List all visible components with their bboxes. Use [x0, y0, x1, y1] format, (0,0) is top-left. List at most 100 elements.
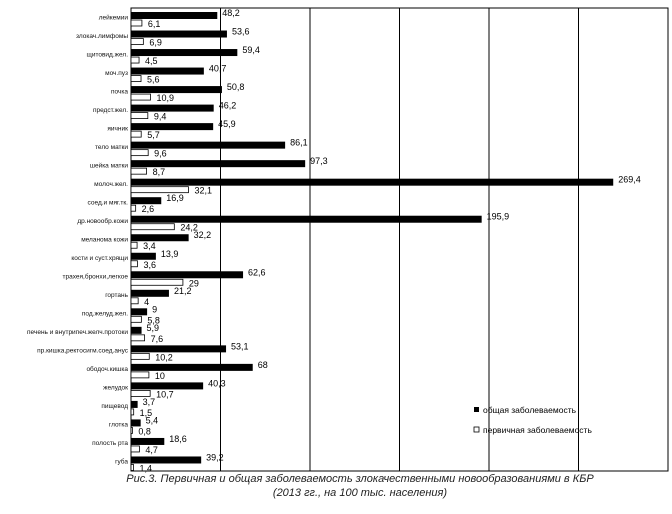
data-label-total: 32,2 [194, 230, 212, 240]
data-label-primary: 4,7 [145, 445, 158, 455]
bar-total [131, 437, 165, 445]
bar-total [131, 382, 204, 390]
category-label: молоч.жел. [94, 181, 128, 188]
category-label: тело матки [95, 144, 128, 151]
bar-primary [130, 371, 150, 379]
data-label-primary: 10,2 [155, 352, 173, 362]
bar-total [131, 49, 238, 57]
legend-swatch-total [474, 407, 479, 412]
category-label: шейка матки [90, 161, 129, 169]
data-label-total: 86,1 [290, 138, 308, 148]
bar-total [131, 12, 218, 19]
chart-frame: лейкемии 48,2 6,1 злокач.лимфомы 53,6 6,9 щито… [0, 0, 672, 514]
data-label-total: 18,6 [169, 434, 187, 444]
category-label: щитовид.жел. [86, 51, 128, 58]
bar-total [131, 160, 306, 168]
data-label-total: 9 [152, 304, 157, 314]
bar-primary [130, 75, 142, 82]
category-label: желудок [103, 385, 128, 392]
category-label: гортань [105, 292, 128, 299]
data-label-primary: 1,4 [140, 463, 153, 473]
bar-total [131, 234, 189, 242]
category-label: кости и суст.хрящи [71, 255, 128, 262]
category-label: пищевод [101, 403, 128, 410]
data-label-total: 68 [258, 360, 268, 370]
bar-primary [130, 389, 151, 397]
bar-primary [130, 204, 137, 212]
category-label: ободоч.кишка [86, 365, 128, 373]
bar-total [131, 308, 148, 316]
data-label-primary: 5,6 [147, 75, 160, 85]
data-label-primary: 3,6 [143, 260, 156, 270]
bar-primary [130, 352, 150, 360]
bar-primary [130, 315, 142, 323]
data-label-total: 46,2 [219, 101, 237, 111]
bar-primary [130, 149, 149, 157]
bar-primary [130, 56, 140, 64]
bar-total [131, 252, 156, 260]
bar-primary [130, 297, 139, 305]
data-label-total: 195,9 [487, 212, 510, 222]
legend-label-primary: первичная заболеваемость [483, 425, 592, 435]
bar-total [131, 345, 227, 353]
bar-primary [130, 334, 146, 342]
bar-primary [130, 241, 138, 249]
chart-caption-title: Рис.3. Первичная и общая заболеваемость … [126, 473, 594, 485]
bar-primary [130, 186, 189, 194]
data-label-total: 97,3 [310, 156, 328, 166]
bar-total [131, 363, 253, 371]
data-label-total: 21,2 [174, 286, 192, 296]
category-label: моч.пуз [105, 70, 128, 77]
bar-primary [130, 278, 184, 286]
data-label-total: 16,9 [166, 193, 184, 203]
category-label: др.новообр.кожи [77, 217, 128, 225]
data-label-total: 50,8 [227, 82, 245, 92]
bar-primary [130, 112, 149, 119]
category-label: трахея,бронхи,легкое [63, 273, 129, 281]
data-label-primary: 0,8 [138, 426, 151, 436]
bar-primary [130, 19, 143, 27]
data-label-primary: 2,6 [142, 204, 155, 214]
bar-total [131, 326, 142, 334]
bar-total [131, 271, 244, 279]
data-label-primary: 10,7 [156, 389, 174, 399]
bar-total [131, 456, 202, 464]
data-label-total: 5,9 [147, 323, 160, 333]
data-label-total: 3,7 [143, 397, 156, 407]
data-label-total: 13,9 [161, 249, 179, 259]
bar-primary [130, 408, 135, 416]
legend-swatch-primary [473, 426, 480, 433]
data-label-total: 40,3 [208, 378, 226, 388]
bar-total [131, 289, 169, 297]
category-label: злокач.лимфомы [76, 33, 128, 40]
data-label-primary: 5,7 [147, 130, 160, 140]
data-label-total: 39,2 [206, 452, 224, 462]
data-label-total: 62,6 [248, 267, 266, 277]
chart-caption-subtitle: (2013 гг., на 100 тыс. населения) [272, 487, 448, 499]
legend-label-total: общая заболеваемость [483, 405, 577, 415]
bar-total [131, 86, 222, 94]
data-label-primary: 6,9 [149, 38, 162, 48]
bar-total [131, 178, 614, 186]
bar-total [131, 104, 214, 112]
data-label-total: 40,7 [209, 64, 227, 74]
category-label: соед.и мяг.тк. [88, 199, 129, 206]
bar-total [131, 197, 162, 205]
data-label-primary: 9,6 [154, 149, 167, 159]
data-label-primary: 3,4 [143, 241, 156, 251]
data-label-primary: 7,6 [151, 334, 164, 344]
bar-total [131, 123, 214, 131]
category-label: меланома кожи [81, 237, 128, 244]
bar-primary [130, 464, 134, 471]
bar-primary [130, 223, 175, 231]
category-label: глотка [109, 422, 129, 429]
category-label: яичник [107, 125, 128, 132]
data-label-total: 5,4 [146, 415, 159, 425]
bar-primary [130, 445, 140, 453]
data-label-total: 59,4 [242, 45, 260, 55]
bar-total [131, 67, 204, 75]
bar-primary [130, 38, 144, 45]
category-label: печень и внутрипеч.желч.протоки [27, 329, 128, 336]
data-label-total: 48,2 [222, 8, 240, 18]
data-label-primary: 10 [155, 371, 165, 381]
